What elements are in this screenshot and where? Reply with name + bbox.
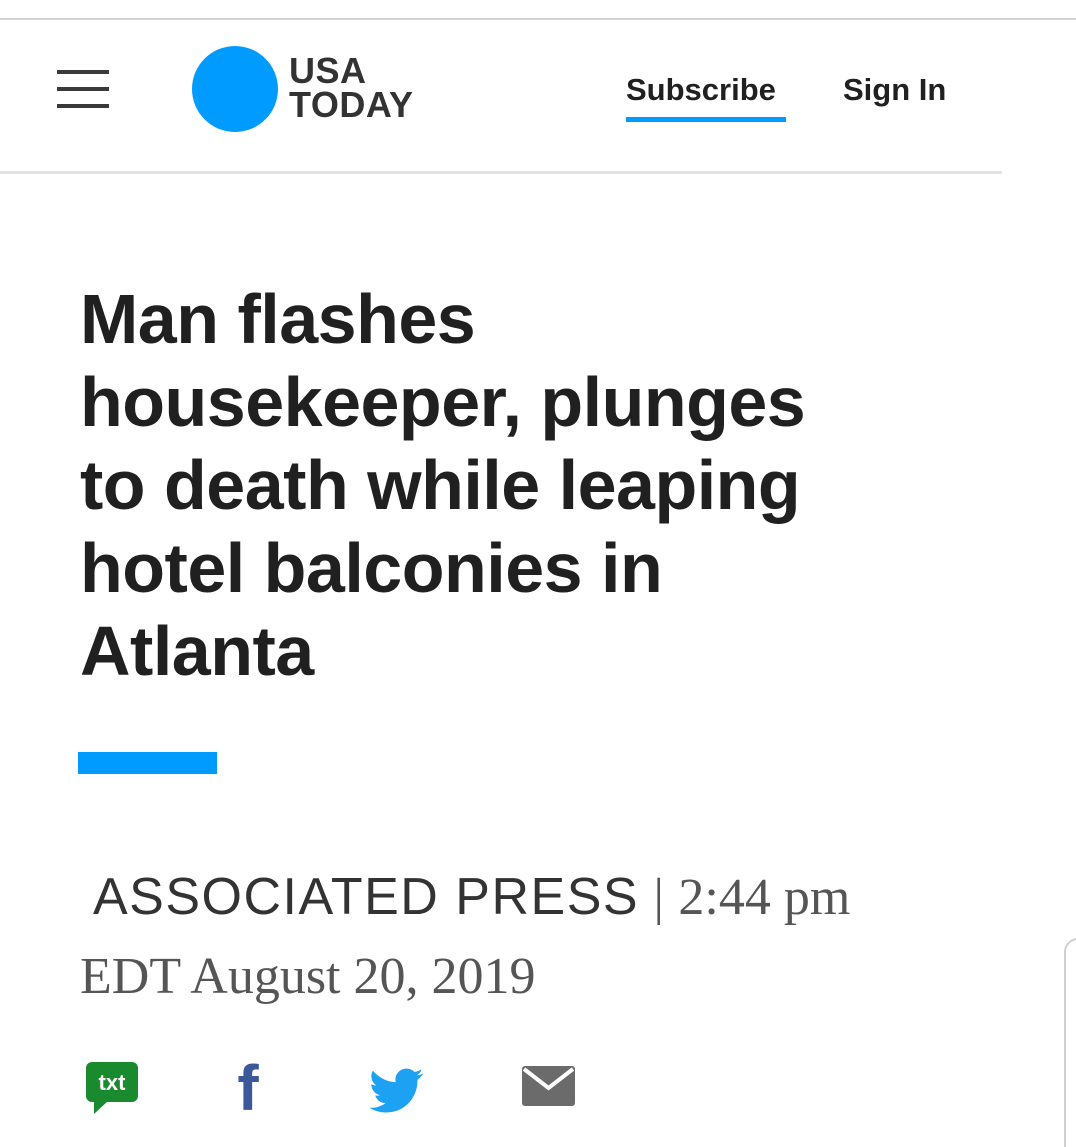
headline-accent-bar bbox=[78, 752, 217, 774]
article-headline: Man flashes housekeeper, plunges to deat… bbox=[80, 280, 806, 690]
top-strip bbox=[0, 0, 1076, 19]
logo-line-1: USA bbox=[289, 50, 367, 91]
email-icon[interactable] bbox=[522, 1058, 575, 1118]
facebook-icon-glyph: f bbox=[237, 1058, 259, 1118]
txt-message-icon[interactable]: txt bbox=[86, 1058, 138, 1118]
byline-source: ASSOCIATED PRESS bbox=[93, 868, 640, 926]
logo-dot bbox=[192, 46, 278, 132]
twitter-icon[interactable] bbox=[369, 1058, 424, 1118]
logo-wordmark: USA TODAY bbox=[289, 50, 414, 125]
sign-in-link[interactable]: Sign In bbox=[843, 72, 946, 108]
offscreen-widget-edge bbox=[1064, 938, 1076, 1147]
usa-today-logo[interactable]: USA TODAY bbox=[192, 46, 442, 132]
txt-icon-label: txt bbox=[99, 1070, 127, 1095]
byline-separator: | bbox=[653, 869, 664, 926]
article-byline: ASSOCIATED PRESS | 2:44 pm EDT August 20… bbox=[80, 858, 880, 1016]
article-page: USA TODAY Subscribe Sign In Man flashes … bbox=[0, 0, 1076, 1147]
header-divider bbox=[0, 171, 1002, 174]
logo-line-2: TODAY bbox=[289, 84, 414, 125]
subscribe-link[interactable]: Subscribe bbox=[626, 72, 776, 108]
subscribe-underline bbox=[626, 117, 786, 122]
facebook-icon[interactable]: f bbox=[230, 1052, 266, 1124]
hamburger-menu-icon[interactable] bbox=[57, 68, 109, 110]
